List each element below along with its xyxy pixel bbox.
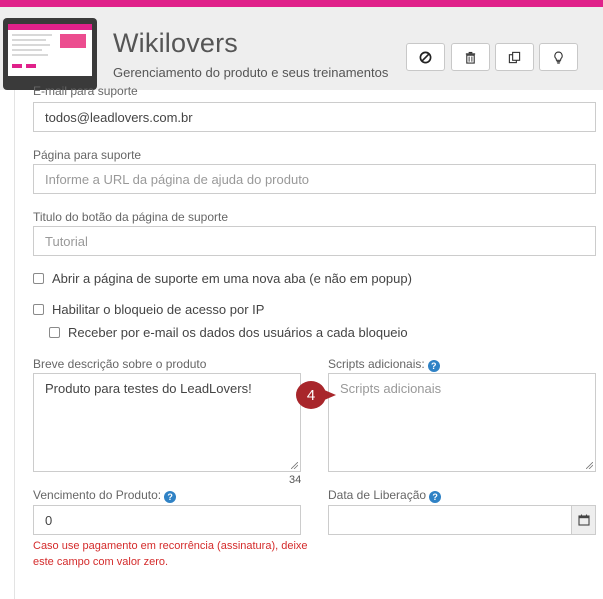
duplicate-button[interactable] <box>495 43 534 71</box>
delete-button[interactable] <box>451 43 490 71</box>
scripts-placeholder: Scripts adicionais <box>340 381 442 396</box>
description-label: Breve descrição sobre o produto <box>33 357 207 371</box>
expiration-label-text: Vencimento do Produto: <box>33 488 162 502</box>
release-date-label-text: Data de Liberação <box>328 488 427 502</box>
step-badge: 4 <box>296 381 336 409</box>
support-button-title-label: Titulo do botão da página de suporte <box>33 210 229 224</box>
resize-grip-icon[interactable] <box>291 462 298 469</box>
calendar-icon <box>577 514 590 526</box>
scripts-label-text: Scripts adicionais: <box>328 357 425 371</box>
help-icon[interactable]: ? <box>427 360 440 372</box>
description-textarea[interactable]: Produto para testes do LeadLovers! <box>33 373 301 472</box>
description-value: Produto para testes do LeadLovers! <box>45 381 252 396</box>
support-page-placeholder: Informe a URL da página de ajuda do prod… <box>45 171 310 187</box>
email-on-block-label: Receber por e-mail os dados dos usuários… <box>68 325 408 340</box>
resize-grip-icon[interactable] <box>586 462 593 469</box>
calendar-button[interactable] <box>571 505 596 535</box>
disable-button[interactable] <box>406 43 445 71</box>
support-page-label: Página para suporte <box>33 148 142 162</box>
product-thumbnail <box>3 18 97 90</box>
top-accent-bar <box>0 0 603 7</box>
expiration-label: Vencimento do Produto:? <box>33 488 177 503</box>
scripts-textarea[interactable]: Scripts adicionais <box>328 373 596 472</box>
ip-block-checkbox[interactable] <box>33 304 44 315</box>
product-header: Wikilovers Gerenciamento do produto e se… <box>0 7 603 90</box>
help-icon[interactable]: ? <box>429 491 442 503</box>
release-date-field[interactable] <box>328 505 572 535</box>
scripts-label: Scripts adicionais:? <box>328 357 440 372</box>
expiration-field[interactable]: 0 <box>33 505 301 535</box>
page-subtitle: Gerenciamento do produto e seus treiname… <box>113 65 389 80</box>
description-char-count: 34 <box>289 474 302 486</box>
block-icon <box>419 51 432 63</box>
content-panel-border <box>14 90 15 599</box>
expiration-hint-line2: este campo com valor zero. <box>33 556 169 568</box>
support-email-field[interactable]: todos@leadlovers.com.br <box>33 102 596 132</box>
help-icon[interactable]: ? <box>164 491 177 503</box>
copy-icon <box>508 51 521 63</box>
ip-block-option[interactable]: Habilitar o bloqueio de acesso por IP <box>33 302 264 317</box>
expiration-value: 0 <box>45 512 53 528</box>
open-new-tab-label: Abrir a página de suporte em uma nova ab… <box>52 271 412 286</box>
support-button-title-placeholder: Tutorial <box>45 233 88 249</box>
trash-icon <box>465 51 476 64</box>
page-title: Wikilovers <box>113 28 239 58</box>
lightbulb-icon <box>554 51 563 64</box>
open-new-tab-checkbox[interactable] <box>33 273 44 284</box>
release-date-label: Data de Liberação? <box>328 488 442 503</box>
email-on-block-option[interactable]: Receber por e-mail os dados dos usuários… <box>49 325 408 340</box>
open-new-tab-option[interactable]: Abrir a página de suporte em uma nova ab… <box>33 271 412 286</box>
support-email-value: todos@leadlovers.com.br <box>45 109 193 125</box>
expiration-hint-line1: Caso use pagamento em recorrência (assin… <box>33 540 308 552</box>
support-email-label: E-mail para suporte <box>33 84 138 98</box>
email-on-block-checkbox[interactable] <box>49 327 60 338</box>
tips-button[interactable] <box>539 43 578 71</box>
support-button-title-field[interactable]: Tutorial <box>33 226 596 256</box>
support-page-field[interactable]: Informe a URL da página de ajuda do prod… <box>33 164 596 194</box>
ip-block-label: Habilitar o bloqueio de acesso por IP <box>52 302 265 317</box>
